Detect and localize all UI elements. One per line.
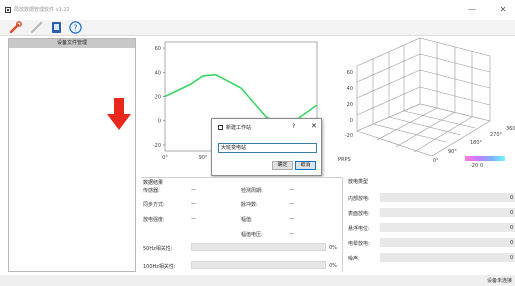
ok-button[interactable]: 确定 — [272, 161, 293, 170]
help-glyph: ? — [73, 24, 77, 33]
internal-discharge-label: 内部放电: — [348, 196, 370, 202]
noise-label: 噪声: — [348, 256, 360, 262]
y-tick-label: 0 — [480, 163, 483, 169]
x-tick-label: 90° — [199, 155, 208, 161]
pen-icon — [30, 21, 43, 34]
colorbar — [465, 156, 505, 161]
detect-period-label: 检测周期: — [241, 188, 263, 194]
amplitude-voltage-label: 幅值电压: — [241, 232, 263, 238]
detect-period-value: — — [289, 187, 294, 193]
sensor-label: 传感器: — [143, 188, 160, 194]
z-tick-label: -20 — [345, 133, 353, 139]
new-workstation-dialog: 新建工作站 ? ✕ 大班变电站 确定 取消 — [211, 118, 322, 176]
chart-area: 60 40 20 0 -20 0° 90° 60 40 20 0 -20 0° … — [141, 36, 515, 176]
x-tick-label: 90° — [448, 149, 457, 155]
workstation-name-input[interactable]: 大班变电站 — [218, 143, 317, 153]
x-tick-label: 360° — [506, 126, 515, 132]
corr100-percent: 0% — [329, 263, 337, 269]
corr50-progress-bar — [191, 243, 326, 251]
z-tick-label: 40 — [347, 86, 353, 92]
sync-mode-value: — — [191, 201, 196, 207]
noise-value: 0 — [510, 255, 514, 261]
discharge-type-title: 放电类型 — [348, 179, 369, 185]
y-tick-label: 0 — [158, 119, 161, 125]
discharge-type-panel: 放电类型 内部放电: 0 表面放电: 0 悬浮电位: 0 电晕放电: 0 噪声:… — [344, 177, 515, 272]
corr50-label: 50Hz相关性: — [143, 246, 173, 252]
internal-discharge-bar — [380, 193, 515, 202]
device-file-header: 设备文件管理 — [9, 39, 135, 48]
red-down-arrow-icon — [107, 98, 131, 130]
data-result-title: 数据结果 — [143, 180, 164, 186]
title-bar: 局放数据管理软件 v1.22 — ✕ — [0, 0, 515, 20]
connection-status: 设备未连接 — [486, 278, 512, 284]
help-icon: ? — [69, 21, 82, 34]
x-tick-label: 0° — [162, 155, 168, 161]
dialog-window-icon — [218, 125, 223, 130]
pulse-count-label: 脉冲数: — [241, 202, 258, 208]
y-tick-label: 40 — [155, 70, 161, 76]
corona-discharge-label: 电晕放电: — [348, 241, 370, 247]
sensor-value: — — [191, 187, 196, 193]
notebook-icon — [52, 22, 61, 33]
floating-potential-bar — [380, 223, 515, 232]
noise-bar — [380, 253, 515, 262]
z-tick-label: 0 — [350, 118, 353, 124]
discharge-intensity-value: — — [191, 216, 196, 222]
corona-discharge-bar — [380, 238, 515, 247]
status-bar: 设备未连接 — [0, 275, 515, 286]
amplitude-label: 幅值: — [241, 217, 253, 223]
amplitude-value: — — [289, 216, 294, 222]
pulse-count-value: — — [289, 201, 294, 207]
device-file-panel[interactable]: 设备文件管理 — [8, 38, 136, 272]
floating-potential-label: 悬浮电位: — [348, 226, 370, 232]
x-tick-label: 0° — [433, 158, 439, 164]
minimize-button[interactable]: — — [465, 4, 479, 16]
app-window-icon — [5, 7, 11, 13]
z-tick-label: 20 — [347, 102, 353, 108]
window-title: 局放数据管理软件 v1.22 — [14, 7, 70, 13]
surface-discharge-bar — [380, 208, 515, 217]
z-tick-label: 60 — [347, 70, 353, 76]
dialog-close-button[interactable]: ✕ — [311, 122, 317, 130]
y-tick-label: 20 — [155, 95, 161, 101]
dialog-help-button[interactable]: ? — [292, 123, 295, 130]
amplitude-voltage-value: — — [289, 231, 294, 237]
sync-mode-label: 同步方式: — [143, 202, 165, 208]
surface-discharge-label: 表面放电: — [348, 211, 370, 217]
wrench-icon — [9, 21, 22, 34]
toolbar: ? — [0, 20, 515, 35]
corona-discharge-value: 0 — [510, 240, 514, 246]
internal-discharge-value: 0 — [510, 195, 514, 201]
wrench-button[interactable] — [9, 21, 22, 34]
corr100-progress-bar — [191, 261, 326, 269]
chart-corner-label: PRPS — [338, 157, 351, 163]
y-tick-label: 60 — [155, 46, 161, 52]
discharge-intensity-label: 放电强度: — [143, 217, 165, 223]
notebook-button[interactable] — [50, 21, 63, 34]
surface-discharge-value: 0 — [510, 210, 514, 216]
x-tick-label: 180° — [470, 140, 483, 146]
y-tick-label: -20 — [470, 163, 478, 169]
edit-button[interactable] — [30, 21, 43, 34]
data-result-panel: 数据结果 传感器: — 检测周期: — 同步方式: — 脉冲数: — 放电强度:… — [141, 177, 343, 272]
x-tick-label: 270° — [490, 132, 503, 138]
y-tick-label: -20 — [153, 143, 161, 149]
cancel-button[interactable]: 取消 — [295, 161, 316, 170]
help-button[interactable]: ? — [69, 21, 82, 34]
close-window-button[interactable]: ✕ — [496, 4, 510, 16]
dialog-title: 新建工作站 — [226, 125, 252, 131]
floating-potential-value: 0 — [510, 225, 514, 231]
prps-3d-chart: 6040200-200°90°180°270°360°-200PRPS — [338, 37, 515, 169]
corr50-percent: 0% — [329, 245, 337, 251]
corr100-label: 100Hz相关性: — [143, 264, 176, 270]
